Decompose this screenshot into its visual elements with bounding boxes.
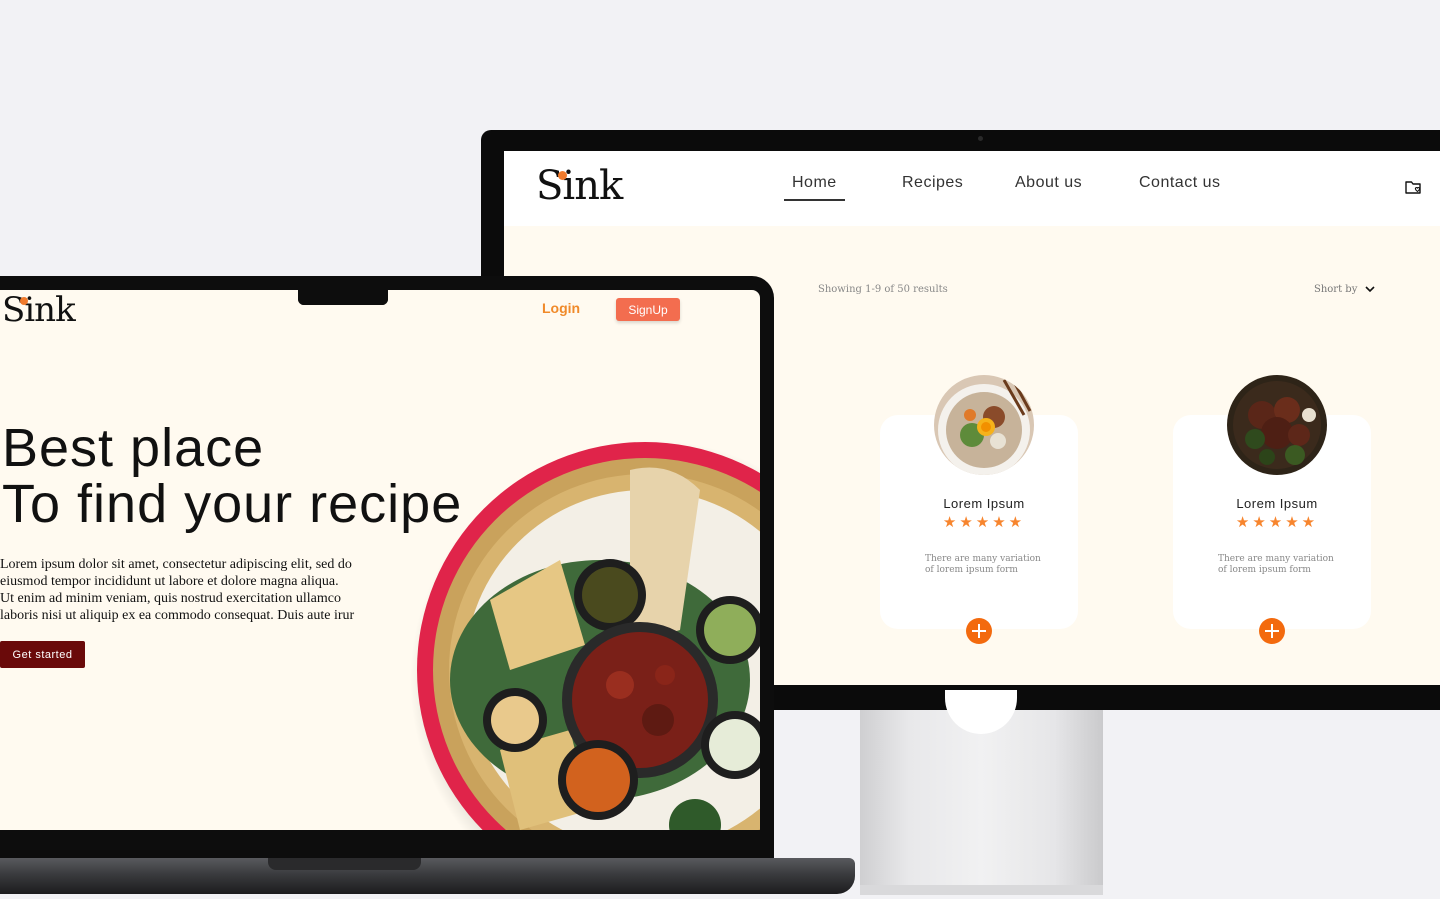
nav-about-us[interactable]: About us <box>1015 174 1082 192</box>
hero-heading: Best place To find your recipe <box>2 420 462 532</box>
hero-description-line: laboris nisi ut aliquip ex ea commodo co… <box>0 608 355 623</box>
monitor-camera <box>978 136 983 141</box>
laptop-camera-notch <box>298 290 388 305</box>
desktop-navbar: Sink Home Recipes About us Contact us <box>504 151 1440 226</box>
add-recipe-button[interactable] <box>1259 618 1285 644</box>
desktop-logo[interactable]: Sink <box>536 163 623 209</box>
hero-heading-line: To find your recipe <box>2 474 463 534</box>
folder-heart-icon[interactable] <box>1405 179 1423 195</box>
star-rating-icon: ★★★★★ <box>1235 513 1319 531</box>
monitor-stand-base <box>860 885 1103 895</box>
nav-recipes[interactable]: Recipes <box>902 174 963 192</box>
hero-description: Lorem ipsum dolor sit amet, consectetur … <box>0 556 380 624</box>
laptop-logo[interactable]: Sink <box>2 290 76 330</box>
laptop-base-lip <box>268 858 421 870</box>
card-description-line: There are many variation <box>925 554 1041 564</box>
recipe-image-stew <box>1227 375 1327 475</box>
laptop: Sink Login SignUp Best place To find you… <box>0 276 774 858</box>
recipe-image-bowl <box>934 375 1034 475</box>
get-started-button[interactable]: Get started <box>0 641 85 668</box>
nav-contact-us[interactable]: Contact us <box>1139 174 1220 192</box>
card-title: Lorem Ipsum <box>1236 496 1318 511</box>
laptop-screen: Sink Login SignUp Best place To find you… <box>0 290 760 830</box>
laptop-base <box>0 858 855 894</box>
hero-description-line: eiusmod tempor incididunt ut labore et d… <box>0 574 339 589</box>
card-description: There are many variation of lorem ipsum … <box>925 554 1055 576</box>
hero-description-line: Lorem ipsum dolor sit amet, consectetur … <box>0 557 352 572</box>
logo-dot-icon <box>20 297 28 305</box>
logo-dot-icon <box>558 171 567 180</box>
signup-button[interactable]: SignUp <box>616 298 680 321</box>
nav-home[interactable]: Home <box>784 174 845 201</box>
card-title: Lorem Ipsum <box>943 496 1025 511</box>
card-description-line: There are many variation <box>1218 554 1334 564</box>
results-count: Showing 1-9 of 50 results <box>818 284 948 295</box>
hero-heading-line: Best place <box>2 418 265 478</box>
chevron-down-icon[interactable] <box>1364 283 1376 295</box>
laptop-logo-text: Sink <box>2 290 76 330</box>
star-rating-icon: ★★★★★ <box>942 513 1026 531</box>
card-description-line: of lorem ipsum form <box>1218 565 1311 575</box>
hero-description-line: Ut enim ad minim veniam, quis nostrud ex… <box>0 591 341 606</box>
desktop-logo-text: Sink <box>536 163 623 209</box>
card-description: There are many variation of lorem ipsum … <box>1218 554 1348 576</box>
sort-dropdown-label[interactable]: Short by <box>1314 284 1357 295</box>
add-recipe-button[interactable] <box>966 618 992 644</box>
monitor-stand <box>860 710 1103 895</box>
login-link[interactable]: Login <box>542 300 580 316</box>
card-description-line: of lorem ipsum form <box>925 565 1018 575</box>
